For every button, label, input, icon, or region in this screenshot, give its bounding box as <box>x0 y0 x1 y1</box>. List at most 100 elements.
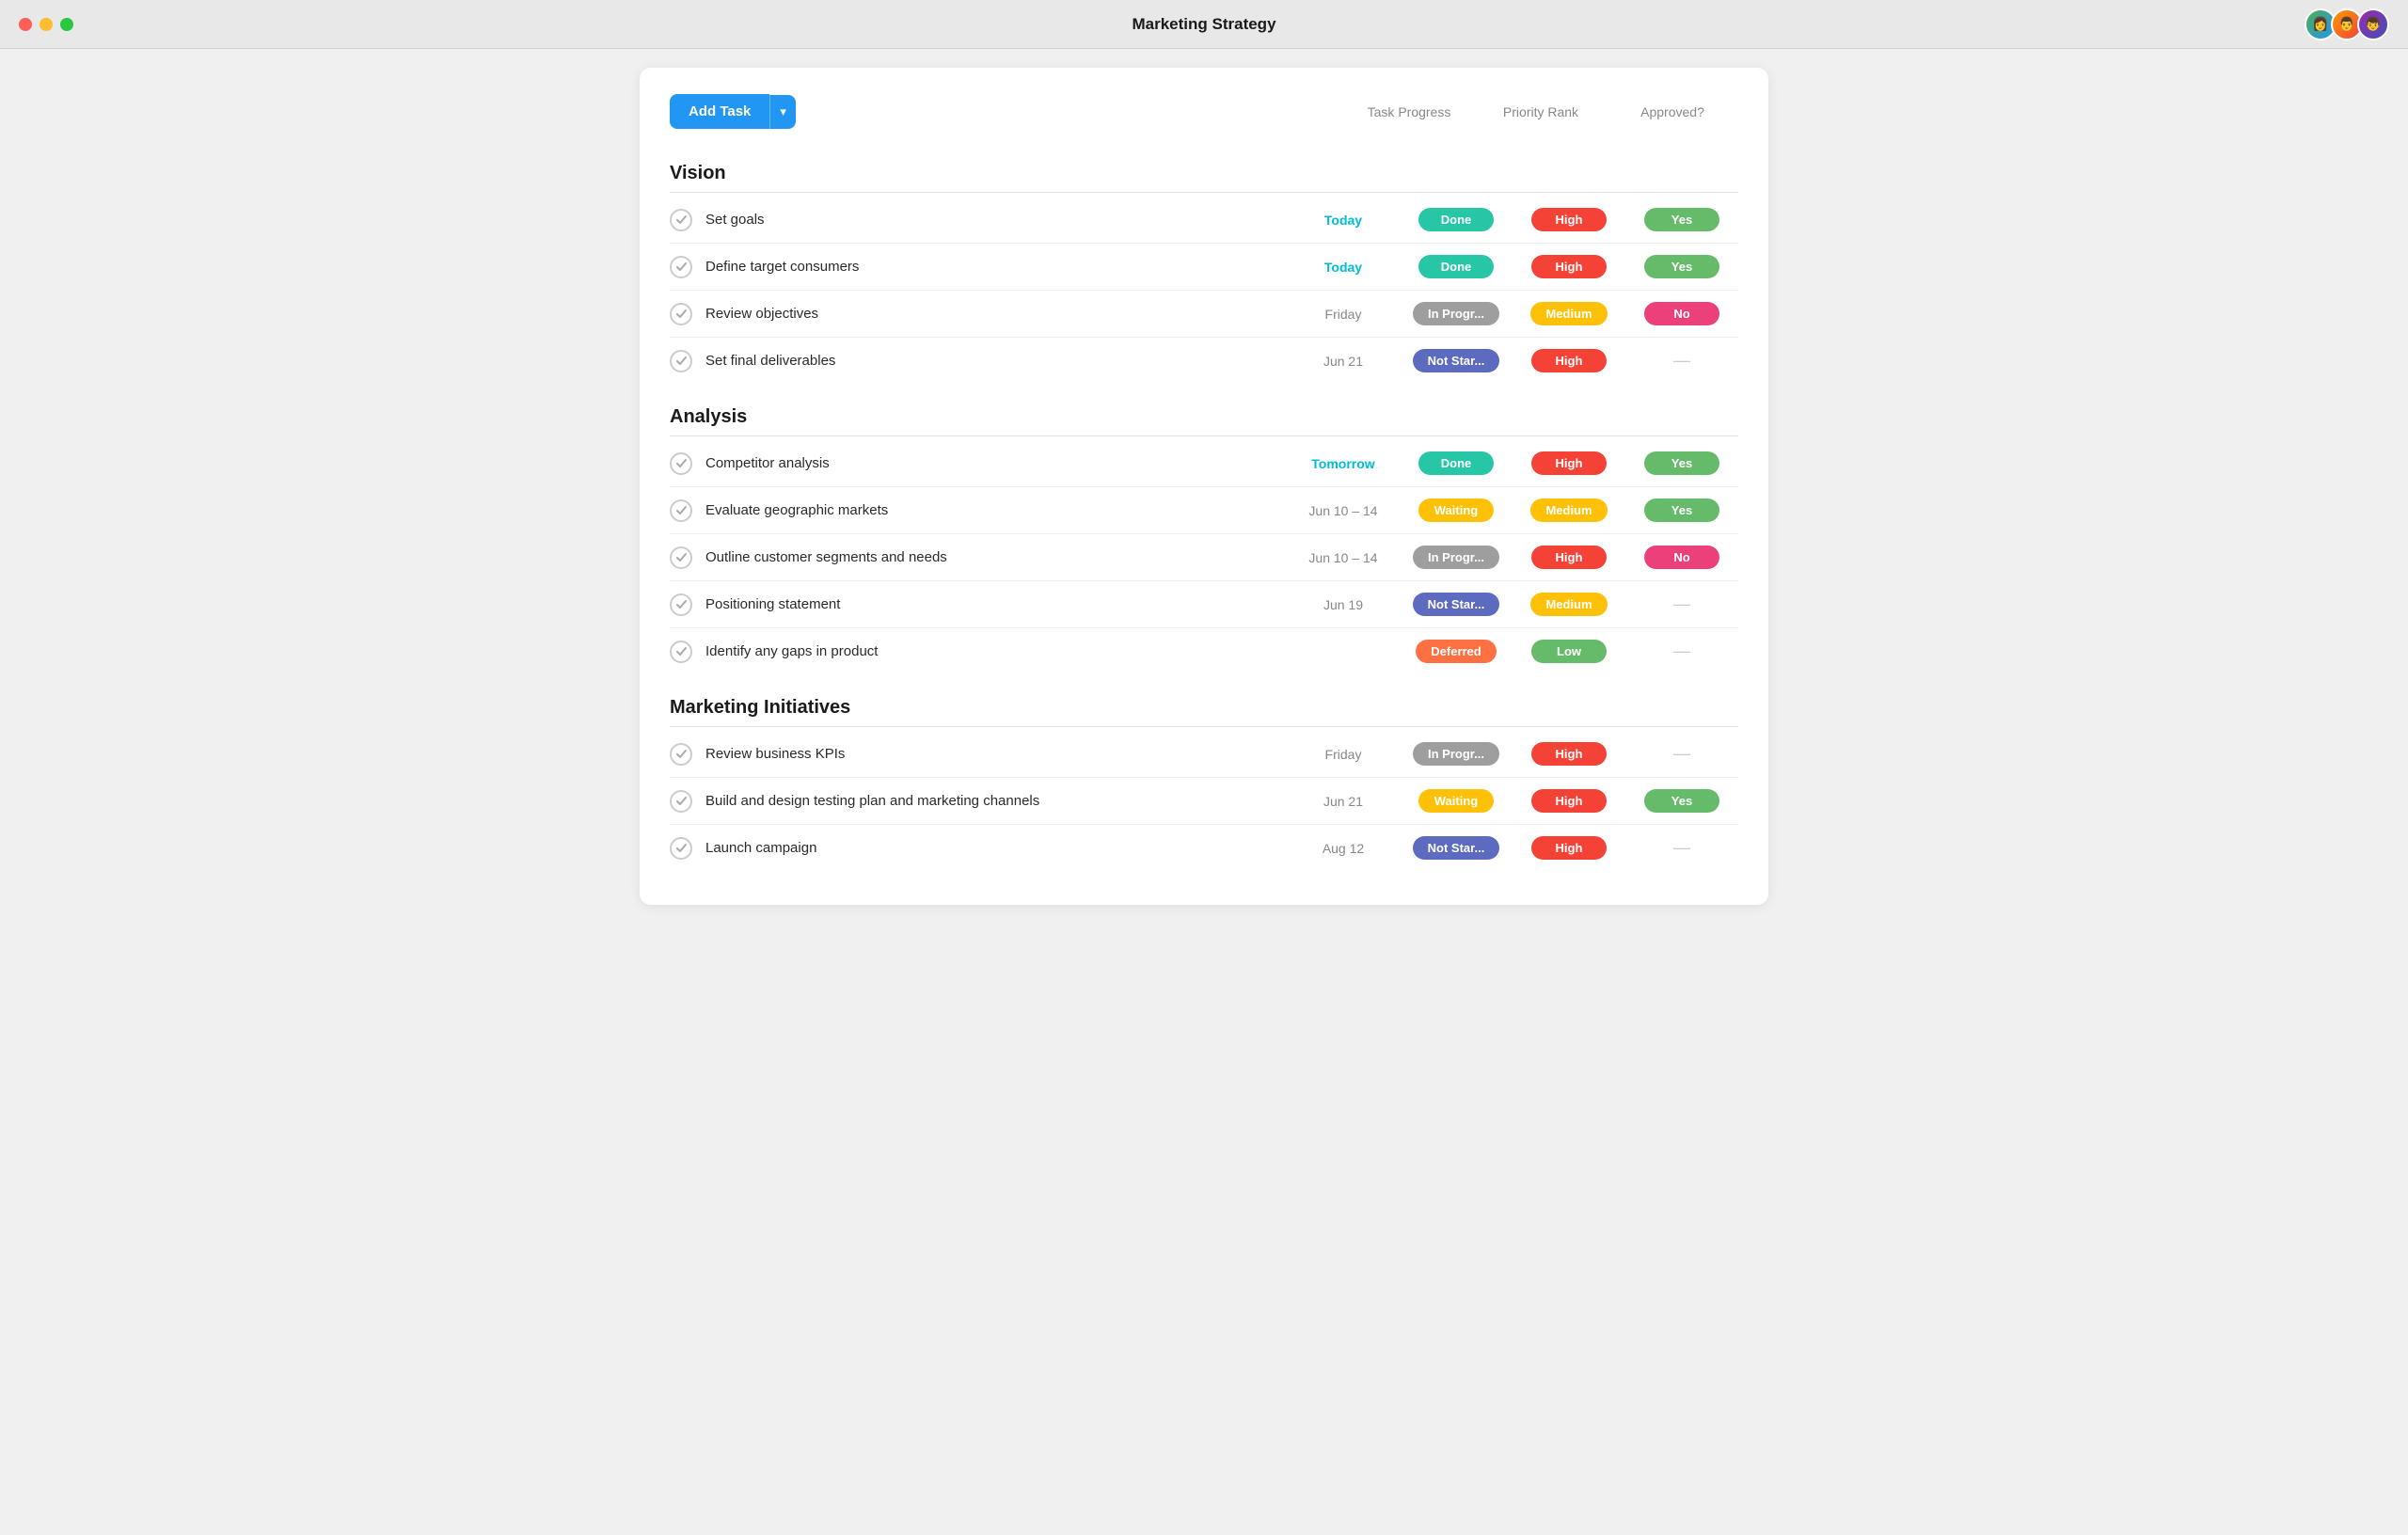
add-task-dropdown-button[interactable]: ▾ <box>769 95 796 129</box>
task-check-icon[interactable] <box>670 743 692 766</box>
priority-badge-label: High <box>1531 789 1607 813</box>
task-progress-badge[interactable]: Not Star... <box>1400 593 1513 616</box>
task-badges: Not Star... High — <box>1400 349 1738 372</box>
section-header-analysis: Analysis <box>670 391 1738 436</box>
avatar-3[interactable]: 👦 <box>2357 8 2389 40</box>
task-priority-badge[interactable]: High <box>1513 255 1625 278</box>
task-row[interactable]: Review objectivesFriday In Progr... Medium… <box>670 291 1738 338</box>
task-check-icon[interactable] <box>670 499 692 522</box>
task-badges: In Progr... Medium No <box>1400 302 1738 325</box>
task-row[interactable]: Identify any gaps in product DeferredLow— <box>670 628 1738 674</box>
task-check-icon[interactable] <box>670 303 692 325</box>
section-vision: VisionSet goalsTodayDoneHighYesDefine ta… <box>670 148 1738 384</box>
task-name: Review objectives <box>705 306 1287 322</box>
task-date: Jun 21 <box>1287 794 1400 809</box>
task-row[interactable]: Evaluate geographic marketsJun 10 – 14Wa… <box>670 487 1738 534</box>
approved-badge-label: No <box>1644 302 1719 325</box>
task-check-icon[interactable] <box>670 452 692 475</box>
task-progress-badge[interactable]: In Progr... <box>1400 546 1513 569</box>
priority-badge-label: Medium <box>1530 498 1607 522</box>
priority-badge-label: High <box>1531 255 1607 278</box>
section-title-analysis: Analysis <box>670 406 747 428</box>
task-priority-badge[interactable]: High <box>1513 836 1625 860</box>
task-approved-badge[interactable]: Yes <box>1625 255 1738 278</box>
task-check-icon[interactable] <box>670 350 692 372</box>
priority-badge-label: Medium <box>1530 302 1607 325</box>
approved-empty: — <box>1644 351 1719 371</box>
task-row[interactable]: Set goalsTodayDoneHighYes <box>670 197 1738 244</box>
task-date: Friday <box>1287 307 1400 322</box>
minimize-button[interactable] <box>40 18 53 31</box>
task-row[interactable]: Build and design testing plan and market… <box>670 778 1738 825</box>
task-check-icon[interactable] <box>670 546 692 569</box>
task-approved-badge[interactable]: Yes <box>1625 498 1738 522</box>
task-progress-badge[interactable]: Done <box>1400 208 1513 231</box>
priority-badge-label: High <box>1531 349 1607 372</box>
task-row[interactable]: Positioning statementJun 19Not Star...Me… <box>670 581 1738 628</box>
task-row[interactable]: Launch campaignAug 12Not Star...High— <box>670 825 1738 871</box>
content-area: Add Task ▾ Task Progress Priority Rank A… <box>0 49 2408 924</box>
progress-badge-label: In Progr... <box>1413 742 1499 766</box>
task-approved-badge[interactable]: — <box>1625 744 1738 764</box>
task-approved-badge[interactable]: — <box>1625 838 1738 858</box>
task-progress-badge[interactable]: Not Star... <box>1400 349 1513 372</box>
task-priority-badge[interactable]: High <box>1513 789 1625 813</box>
task-approved-badge[interactable]: No <box>1625 546 1738 569</box>
maximize-button[interactable] <box>60 18 73 31</box>
task-progress-badge[interactable]: Done <box>1400 451 1513 475</box>
task-check-icon[interactable] <box>670 209 692 231</box>
task-approved-badge[interactable]: — <box>1625 641 1738 661</box>
approved-empty: — <box>1644 744 1719 764</box>
task-priority-badge[interactable]: High <box>1513 546 1625 569</box>
task-check-icon[interactable] <box>670 790 692 813</box>
traffic-lights <box>19 18 73 31</box>
progress-badge-label: Done <box>1418 255 1494 278</box>
task-progress-badge[interactable]: Done <box>1400 255 1513 278</box>
task-check-icon[interactable] <box>670 837 692 860</box>
task-row[interactable]: Competitor analysisTomorrowDoneHighYes <box>670 440 1738 487</box>
task-priority-badge[interactable]: High <box>1513 349 1625 372</box>
task-row[interactable]: Set final deliverablesJun 21Not Star...H… <box>670 338 1738 384</box>
task-progress-badge[interactable]: Not Star... <box>1400 836 1513 860</box>
sections-container: VisionSet goalsTodayDoneHighYesDefine ta… <box>670 148 1738 871</box>
task-name: Identify any gaps in product <box>705 643 1287 659</box>
task-date: Jun 19 <box>1287 597 1400 612</box>
task-badges: In Progr... High — <box>1400 742 1738 766</box>
task-priority-badge[interactable]: High <box>1513 742 1625 766</box>
task-progress-badge[interactable]: Waiting <box>1400 789 1513 813</box>
task-row[interactable]: Review business KPIsFridayIn Progr...Hig… <box>670 731 1738 778</box>
priority-badge-label: High <box>1531 546 1607 569</box>
progress-badge-label: Waiting <box>1418 498 1494 522</box>
task-check-icon[interactable] <box>670 256 692 278</box>
progress-badge-label: In Progr... <box>1413 302 1499 325</box>
task-progress-badge[interactable]: Deferred <box>1400 640 1513 663</box>
priority-badge-label: High <box>1531 451 1607 475</box>
task-approved-badge[interactable]: No <box>1625 302 1738 325</box>
task-row[interactable]: Define target consumersTodayDoneHighYes <box>670 244 1738 291</box>
task-priority-badge[interactable]: High <box>1513 451 1625 475</box>
task-check-icon[interactable] <box>670 593 692 616</box>
task-approved-badge[interactable]: Yes <box>1625 208 1738 231</box>
task-approved-badge[interactable]: — <box>1625 594 1738 614</box>
task-badges: Not Star...High— <box>1400 836 1738 860</box>
task-progress-badge[interactable]: Waiting <box>1400 498 1513 522</box>
task-date: Jun 10 – 14 <box>1287 550 1400 565</box>
task-priority-badge[interactable]: Low <box>1513 640 1625 663</box>
task-priority-badge[interactable]: Medium <box>1513 593 1625 616</box>
progress-badge-label: Done <box>1418 451 1494 475</box>
task-priority-badge[interactable]: Medium <box>1513 302 1625 325</box>
task-approved-badge[interactable]: Yes <box>1625 789 1738 813</box>
add-task-button[interactable]: Add Task <box>670 94 769 129</box>
task-check-icon[interactable] <box>670 641 692 663</box>
task-progress-badge[interactable]: In Progr... <box>1400 742 1513 766</box>
task-progress-badge[interactable]: In Progr... <box>1400 302 1513 325</box>
task-row[interactable]: Outline customer segments and needsJun 1… <box>670 534 1738 581</box>
task-priority-badge[interactable]: Medium <box>1513 498 1625 522</box>
task-name: Review business KPIs <box>705 746 1287 762</box>
task-approved-badge[interactable]: — <box>1625 351 1738 371</box>
task-approved-badge[interactable]: Yes <box>1625 451 1738 475</box>
task-priority-badge[interactable]: High <box>1513 208 1625 231</box>
close-button[interactable] <box>19 18 32 31</box>
title-bar: Marketing Strategy 👩 👨 👦 <box>0 0 2408 49</box>
task-name: Build and design testing plan and market… <box>705 793 1287 809</box>
